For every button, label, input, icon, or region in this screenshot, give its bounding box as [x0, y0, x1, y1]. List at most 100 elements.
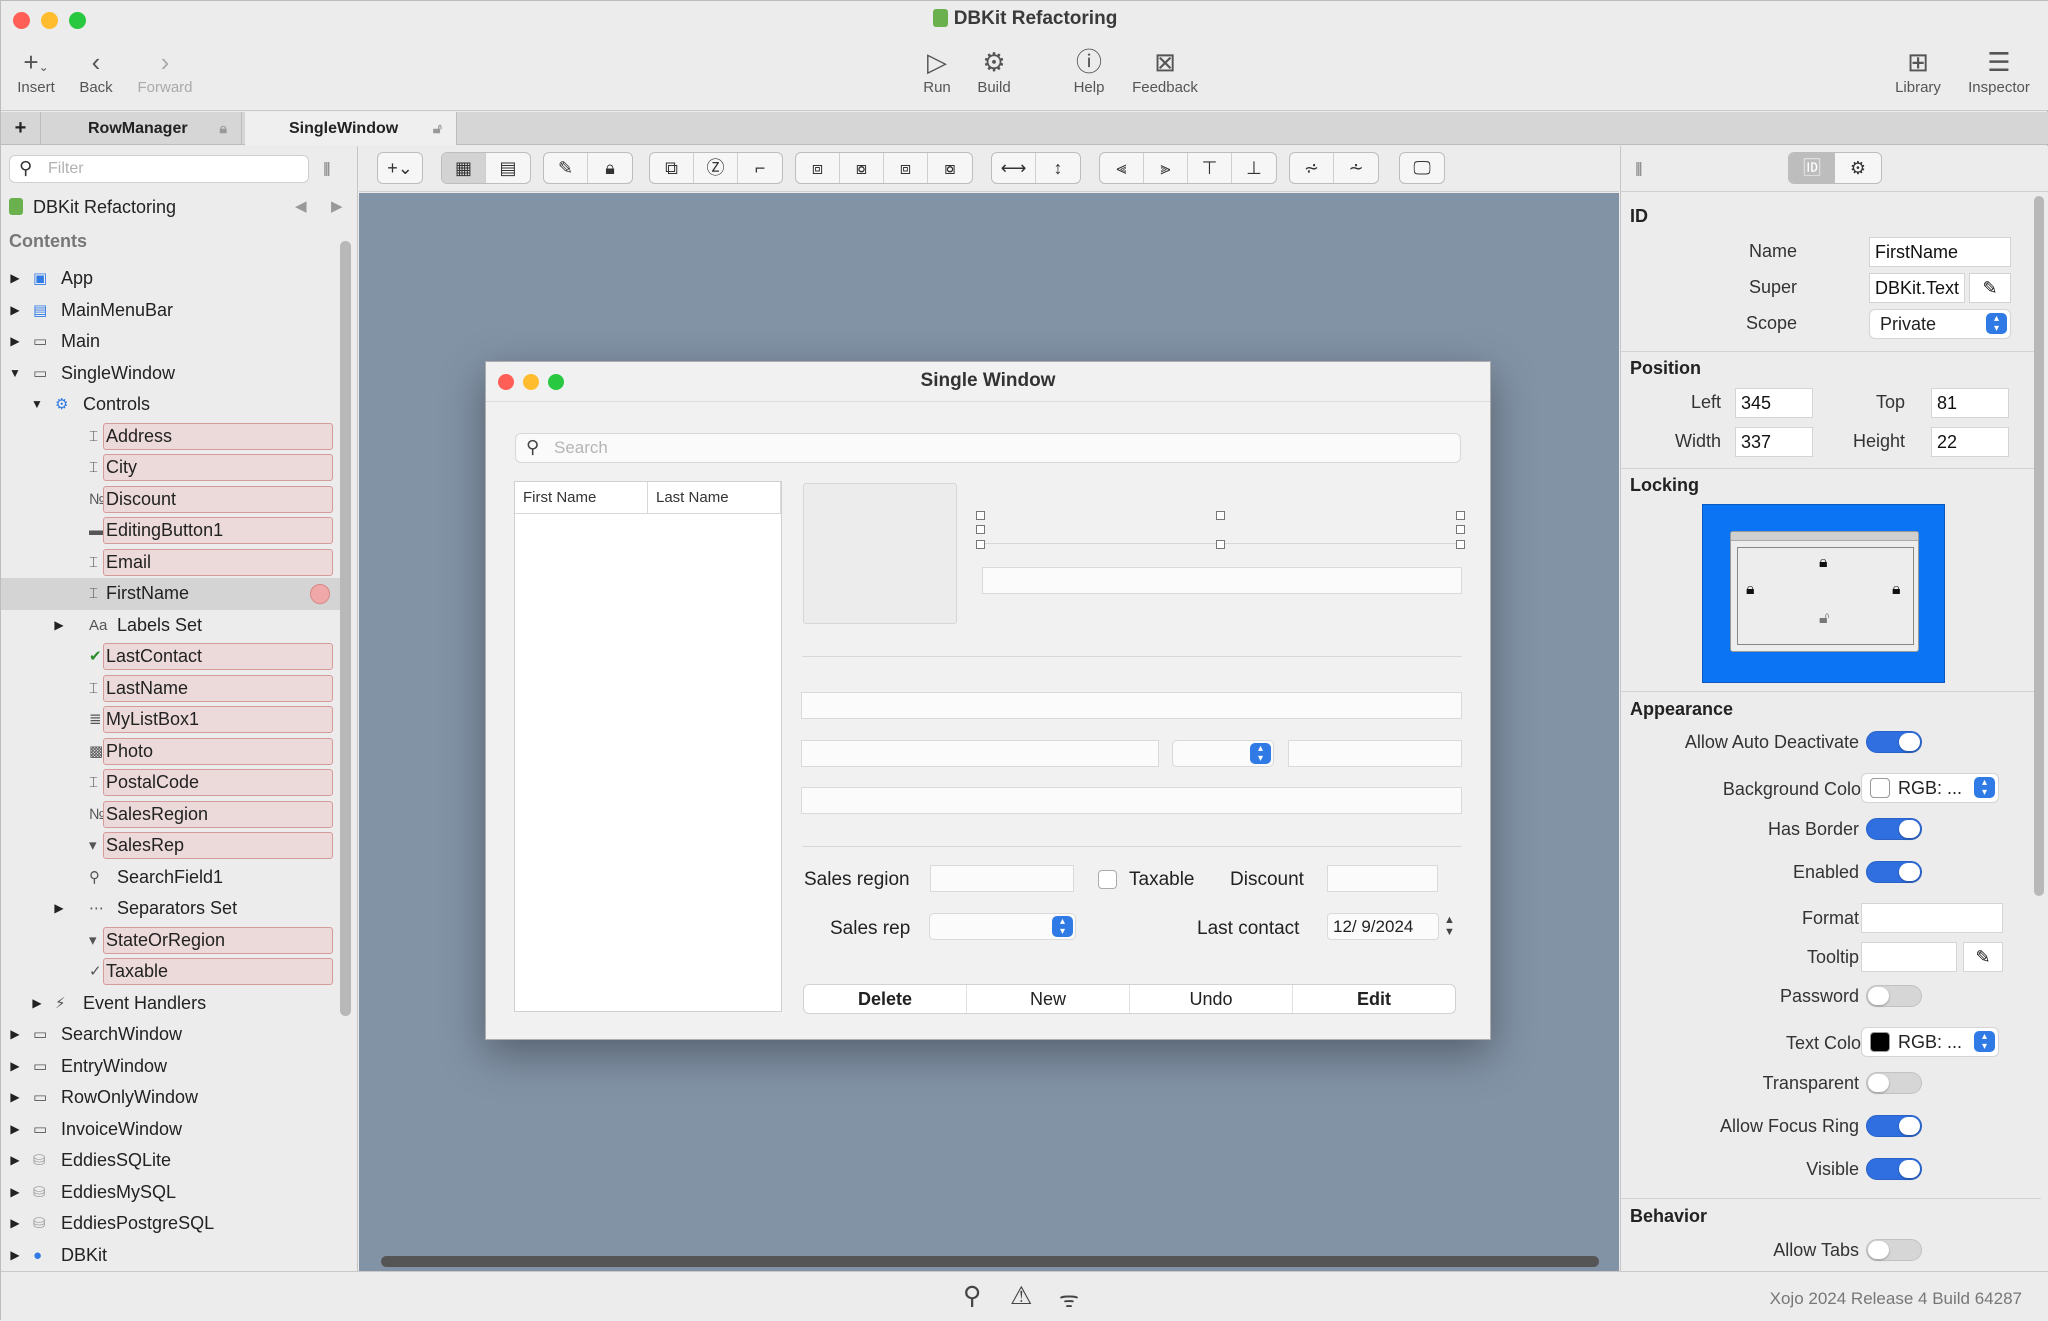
top-field[interactable]: 81 — [1931, 388, 2009, 418]
gear-icon[interactable]: ⚙ — [1835, 153, 1881, 183]
help-button[interactable]: ⓘ Help — [1067, 45, 1111, 96]
resize-handle[interactable] — [976, 525, 985, 534]
tree-item[interactable]: ⌶ LastName — [1, 673, 341, 705]
disclosure-closed-icon[interactable]: ▶ — [8, 1082, 22, 1114]
tree-item[interactable]: № SalesRegion — [1, 799, 341, 831]
disclosure-closed-icon[interactable]: ▶ — [8, 1145, 22, 1177]
lastname-field-control[interactable] — [982, 567, 1462, 594]
delete-segment[interactable]: Delete — [804, 985, 967, 1013]
tree-item[interactable]: ✓ Taxable — [1, 956, 341, 988]
pane-splitter-icon[interactable]: ||| — [1635, 160, 1643, 177]
disclosure-closed-icon[interactable]: ▶ — [30, 988, 44, 1020]
send-back-icon[interactable]: ⧇ — [840, 153, 884, 183]
align-left-icon[interactable]: ⫷ — [1100, 153, 1144, 183]
disclosure-closed-icon[interactable]: ▶ — [52, 610, 66, 642]
pane-splitter-icon[interactable]: ||| — [323, 160, 331, 177]
unlock-icon[interactable]: 🔓︎ — [433, 112, 442, 145]
tree-item[interactable]: ▶ ⛁ EddiesPostgreSQL — [1, 1208, 341, 1240]
resize-handle[interactable] — [1456, 540, 1465, 549]
disclosure-closed-icon[interactable]: ▶ — [8, 1240, 22, 1272]
resize-handle[interactable] — [1456, 525, 1465, 534]
disclosure-closed-icon[interactable]: ▶ — [8, 326, 22, 358]
disclosure-closed-icon[interactable]: ▶ — [8, 1114, 22, 1146]
tree-item[interactable]: ⌶ Address — [1, 421, 341, 453]
design-canvas[interactable]: Single Window ⚲ Search First Name Last Na… — [359, 193, 1619, 1271]
build-button[interactable]: ⚙ Build — [969, 45, 1019, 96]
format-field[interactable] — [1861, 903, 2003, 933]
left-field[interactable]: 345 — [1735, 388, 1813, 418]
warning-icon[interactable]: ⚠ — [1010, 1281, 1032, 1311]
visible-toggle[interactable] — [1866, 1158, 1922, 1180]
disclosure-closed-icon[interactable]: ▶ — [8, 1177, 22, 1209]
sales-region-field-control[interactable] — [930, 865, 1074, 892]
tree-item[interactable]: ▾ StateOrRegion — [1, 925, 341, 957]
address-field-control[interactable] — [801, 787, 1462, 814]
column-last-name[interactable]: Last Name — [648, 482, 781, 513]
tree-item[interactable]: ✔ LastContact — [1, 641, 341, 673]
resize-handle[interactable] — [976, 511, 985, 520]
tree-item[interactable]: ⚲ SearchField1 — [1, 862, 341, 894]
tree-item[interactable]: ▼ ⚙ Controls — [1, 389, 341, 421]
lock-top-icon[interactable]: 🔒︎ — [1819, 554, 1828, 572]
pencil-icon[interactable]: ✎ — [544, 153, 588, 183]
tree-item[interactable]: ⌶ Email — [1, 547, 341, 579]
navigator-scrollbar[interactable] — [340, 241, 351, 1016]
email-field-control[interactable] — [801, 692, 1462, 719]
name-field[interactable]: FirstName — [1869, 237, 2011, 267]
allow-auto-deactivate-toggle[interactable] — [1866, 731, 1922, 753]
tree-item[interactable]: ▶ ▣ App — [1, 263, 341, 295]
monitor-icon[interactable]: 🖵︎ — [1400, 153, 1444, 183]
z-order-icon[interactable]: Ⓩ — [694, 153, 738, 183]
column-first-name[interactable]: First Name — [515, 482, 648, 513]
disclosure-closed-icon[interactable]: ▶ — [8, 1051, 22, 1083]
taxable-checkbox[interactable] — [1098, 870, 1117, 889]
lock-icon[interactable]: 🔒︎ — [588, 153, 632, 183]
disclosure-open-icon[interactable]: ▼ — [8, 358, 22, 390]
distribute-horizontal-icon[interactable]: ⩫ — [1290, 153, 1334, 183]
height-field[interactable]: 22 — [1931, 427, 2009, 457]
background-color-popup[interactable]: RGB: ... ▴ ▾ — [1861, 773, 1999, 803]
fit-width-icon[interactable]: ⟷ — [992, 153, 1036, 183]
tree-item[interactable]: ⌶ PostalCode — [1, 767, 341, 799]
super-field[interactable]: DBKit.Text — [1869, 273, 1965, 303]
align-right-icon[interactable]: ⫸ — [1144, 153, 1188, 183]
library-button[interactable]: ⊞ Library — [1887, 45, 1949, 96]
tree-item[interactable]: ▾ SalesRep — [1, 830, 341, 862]
allow-tabs-toggle[interactable] — [1866, 1239, 1922, 1261]
tree-item[interactable]: ⌶ FirstName — [1, 578, 341, 610]
tree-item[interactable]: № Discount — [1, 484, 341, 516]
bring-forward-icon[interactable]: ⧈ — [884, 153, 928, 183]
grid-view-icon[interactable]: ▦ — [442, 153, 486, 183]
password-toggle[interactable] — [1866, 985, 1922, 1007]
resize-handle[interactable] — [1216, 511, 1225, 520]
tree-item[interactable]: ▩ Photo — [1, 736, 341, 768]
filter-input[interactable]: ⚲ Filter — [9, 155, 309, 183]
lock-left-icon[interactable]: 🔒︎ — [1746, 581, 1755, 599]
tree-item[interactable]: ▶ ▭ SearchWindow — [1, 1019, 341, 1051]
inspector-scrollbar[interactable] — [2034, 196, 2044, 896]
edit-tooltip-button[interactable]: ✎ — [1963, 942, 2003, 972]
resize-handle[interactable] — [1216, 540, 1225, 549]
id-card-icon[interactable]: 🆔︎ — [1789, 153, 1835, 183]
search-field-control[interactable]: ⚲ Search — [515, 433, 1461, 463]
discount-field-control[interactable] — [1327, 865, 1438, 892]
tree-item[interactable]: ▶ ⋯ Separators Set — [1, 893, 341, 925]
undo-segment[interactable]: Undo — [1130, 985, 1293, 1013]
tab-rowmanager[interactable]: RowManager 🔒︎ — [42, 112, 242, 145]
postal-code-field-control[interactable] — [1288, 740, 1462, 767]
lock-right-icon[interactable]: 🔒︎ — [1892, 581, 1901, 599]
disclosure-open-icon[interactable]: ▼ — [30, 389, 44, 421]
allow-focus-ring-toggle[interactable] — [1866, 1115, 1922, 1137]
photo-canvas-control[interactable] — [803, 483, 957, 624]
back-button[interactable]: ‹ Back — [73, 45, 119, 96]
last-contact-date-control[interactable]: 12/ 9/2024 — [1327, 913, 1439, 940]
navigate-back-icon[interactable]: ◀ — [295, 197, 307, 215]
bring-front-icon[interactable]: ⧈ — [796, 153, 840, 183]
tree-item[interactable]: ▶ ▤ MainMenuBar — [1, 295, 341, 327]
disclosure-closed-icon[interactable]: ▶ — [8, 1019, 22, 1051]
disclosure-closed-icon[interactable]: ▶ — [8, 263, 22, 295]
text-color-popup[interactable]: RGB: ... ▴ ▾ — [1861, 1027, 1999, 1057]
insert-button[interactable]: +⌄ Insert — [11, 45, 61, 96]
designed-window[interactable]: Single Window ⚲ Search First Name Last Na… — [485, 361, 1491, 1040]
disclosure-closed-icon[interactable]: ▶ — [52, 893, 66, 925]
